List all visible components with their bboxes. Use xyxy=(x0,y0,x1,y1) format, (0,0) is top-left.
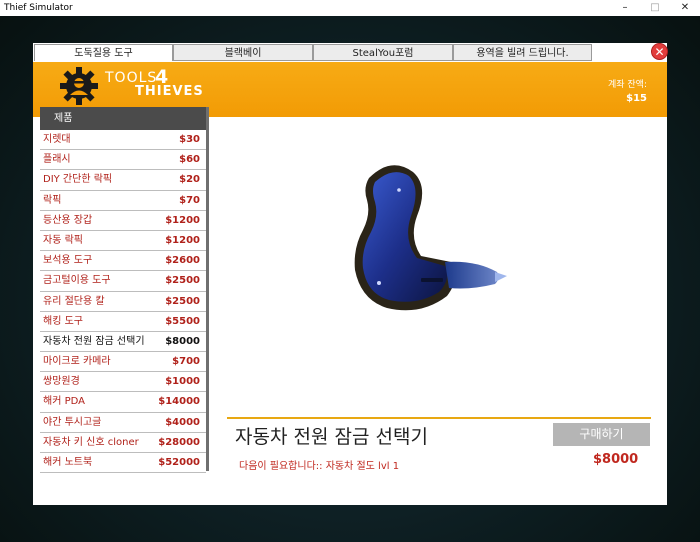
product-name: 자동차 전원 잠금 선택기 xyxy=(43,335,145,347)
product-name: 해커 노트북 xyxy=(43,457,93,468)
tab-services[interactable]: 용역을 빌려 드립니다. xyxy=(453,44,592,61)
product-price: $2600 xyxy=(165,255,200,267)
tab-bar: 도둑질용 도구 블랙베이 StealYou포럼 용역을 빌려 드립니다. ✕ xyxy=(33,43,668,62)
product-item[interactable]: 해커 PDA $14000 xyxy=(40,392,206,413)
product-name: 유리 절단용 칼 xyxy=(43,295,105,307)
product-price: $60 xyxy=(179,154,200,166)
product-item[interactable]: 보석용 도구 $2600 xyxy=(40,251,206,272)
product-name: 등산용 장갑 xyxy=(43,214,93,226)
product-price: $20 xyxy=(179,174,200,186)
product-item[interactable]: 야간 투시고글 $4000 xyxy=(40,413,206,433)
sidebar-header: 제품 xyxy=(40,107,206,130)
product-item[interactable]: 락픽 $70 xyxy=(40,191,206,211)
product-name: 자동차 키 신호 cloner xyxy=(43,436,139,448)
product-item[interactable]: 지렛대 $30 xyxy=(40,130,206,151)
product-item[interactable]: 자동차 키 신호 cloner $28000 xyxy=(40,433,206,453)
detail-product-name: 자동차 전원 잠금 선택기 xyxy=(235,426,428,448)
balance-value: $15 xyxy=(626,93,647,104)
product-item[interactable]: 유리 절단용 칼 $2500 xyxy=(40,292,206,312)
product-name: 자동 락픽 xyxy=(43,234,83,246)
detail-divider xyxy=(227,417,651,419)
maximize-button[interactable]: □ xyxy=(640,0,670,16)
product-item[interactable]: 마이크로 카메라 $700 xyxy=(40,352,206,373)
product-name: 보석용 도구 xyxy=(43,255,93,267)
logo-thieves-text: THIEVES xyxy=(135,84,204,99)
tab-stealyou-forum[interactable]: StealYou포럼 xyxy=(313,44,453,61)
product-price: $700 xyxy=(172,356,200,368)
product-name: 마이크로 카메라 xyxy=(43,356,111,368)
minimize-button[interactable]: – xyxy=(610,0,640,16)
product-price: $1200 xyxy=(165,214,200,226)
shop-dialog: 도둑질용 도구 블랙베이 StealYou포럼 용역을 빌려 드립니다. ✕ T xyxy=(33,43,668,505)
product-item[interactable]: 자동 락픽 $1200 xyxy=(40,231,206,252)
product-price: $28000 xyxy=(158,436,200,448)
window-titlebar: Thief Simulator – □ ✕ xyxy=(0,0,700,16)
product-item[interactable]: 해킹 도구 $5500 xyxy=(40,312,206,332)
product-item[interactable]: 쌍망원경 $1000 xyxy=(40,372,206,393)
product-name: 쌍망원경 xyxy=(43,376,80,388)
product-price: $2500 xyxy=(165,295,200,307)
product-item[interactable]: 등산용 장갑 $1200 xyxy=(40,211,206,231)
product-price: $2500 xyxy=(165,275,200,287)
product-price: $70 xyxy=(179,194,200,206)
product-item[interactable]: 해커 노트북 $52000 xyxy=(40,453,206,474)
product-name: 금고털이용 도구 xyxy=(43,275,111,287)
product-name: DIY 간단한 락픽 xyxy=(43,174,113,186)
tab-thief-tools[interactable]: 도둑질용 도구 xyxy=(34,44,173,61)
product-name: 지렛대 xyxy=(43,134,71,145)
detail-price: $8000 xyxy=(593,452,639,467)
balance-label: 계좌 잔액: xyxy=(607,80,647,90)
product-item[interactable]: DIY 간단한 락픽 $20 xyxy=(40,170,206,191)
product-name: 플래시 xyxy=(43,154,71,166)
product-price: $30 xyxy=(179,134,200,145)
product-price: $8000 xyxy=(165,335,200,347)
product-name: 해커 PDA xyxy=(43,396,85,408)
product-price: $4000 xyxy=(165,416,200,428)
product-list: 지렛대 $30 플래시 $60 DIY 간단한 락픽 $20 락픽 $70 등산용 장갑… xyxy=(40,130,206,474)
product-price: $14000 xyxy=(158,396,200,408)
product-item[interactable]: 플래시 $60 xyxy=(40,150,206,171)
product-sidebar: 제품 지렛대 $30 플래시 $60 DIY 간단한 락픽 $20 락픽 $70 등산용… xyxy=(40,107,209,474)
dialog-close-button[interactable]: ✕ xyxy=(651,43,668,60)
buy-button[interactable]: 구매하기 xyxy=(553,423,650,446)
car-lock-picker-image xyxy=(354,165,507,311)
product-price: $52000 xyxy=(158,457,200,468)
product-name: 락픽 xyxy=(43,194,62,206)
window-title: Thief Simulator xyxy=(4,3,73,13)
product-item-selected[interactable]: 자동차 전원 잠금 선택기 $8000 xyxy=(40,332,206,353)
gear-thief-icon xyxy=(60,67,98,105)
product-price: $1200 xyxy=(165,234,200,246)
tab-blackbay[interactable]: 블랙베이 xyxy=(173,44,313,61)
product-price: $5500 xyxy=(165,315,200,327)
product-name: 해킹 도구 xyxy=(43,315,83,327)
product-price: $1000 xyxy=(165,376,200,388)
product-name: 야간 투시고글 xyxy=(43,416,102,428)
product-item[interactable]: 금고털이용 도구 $2500 xyxy=(40,271,206,292)
requirement-text: 다음이 필요합니다:: 자동차 절도 lvl 1 xyxy=(239,461,400,472)
window-close-button[interactable]: ✕ xyxy=(670,0,700,16)
